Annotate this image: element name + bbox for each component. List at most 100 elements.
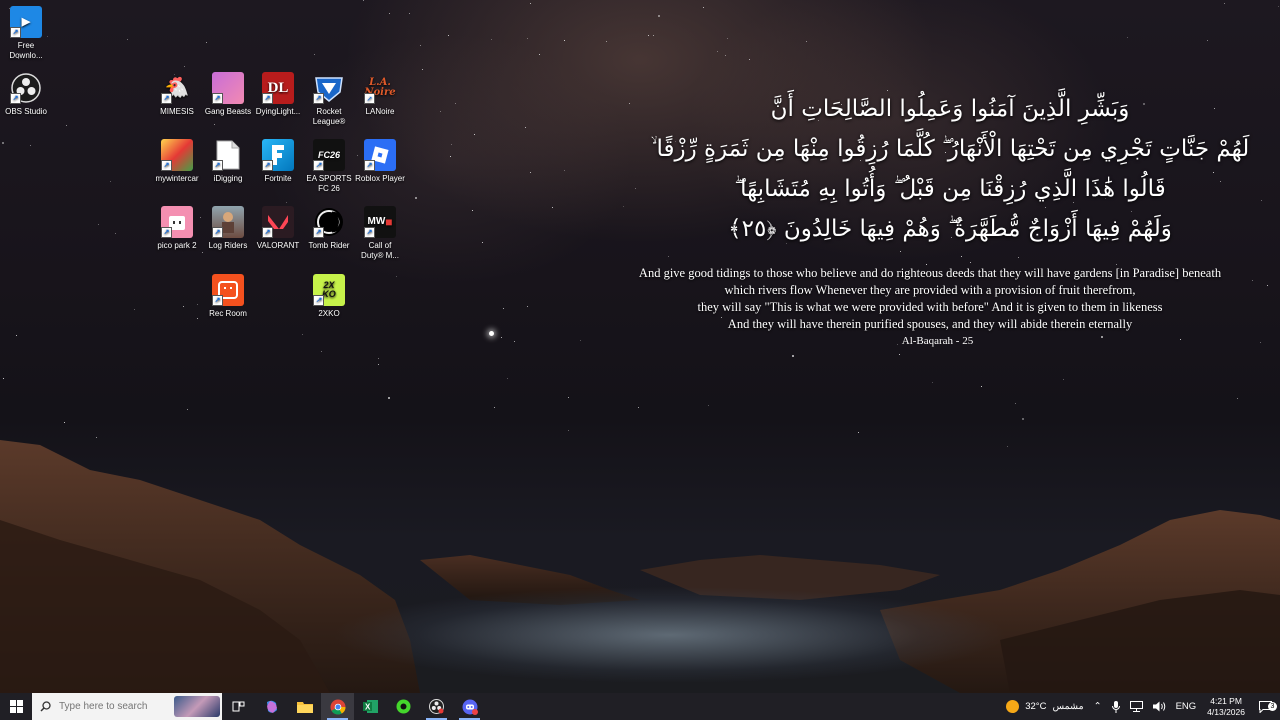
file-explorer-button[interactable] (288, 693, 321, 720)
desktop-icon-mimesis[interactable]: 🐔 ↗ MIMESIS (151, 72, 203, 117)
2xko-icon: 2X KO ↗ (313, 274, 345, 306)
weather-widget[interactable]: 32°C مشمس (1001, 700, 1088, 713)
desktop-icon-rec-room[interactable]: ↗ Rec Room (202, 274, 254, 319)
clock-time: 4:21 PM (1210, 695, 1242, 706)
notification-count-badge: 3 (1268, 701, 1277, 711)
idigging-icon: ↗ (212, 139, 244, 171)
desktop-icon-label: Fortnite (264, 174, 292, 183)
desktop-icon-gang-beasts[interactable]: ↗ Gang Beasts (202, 72, 254, 117)
language-indicator[interactable]: ENG (1171, 701, 1202, 712)
desktop-icon-call-of-duty[interactable]: MW ■ ↗ Call of Duty® M... (354, 206, 406, 261)
copilot-button[interactable] (255, 693, 288, 720)
volume-button[interactable] (1148, 701, 1171, 712)
tile-glyph: ▶ (21, 16, 31, 28)
desktop-icon-roblox[interactable]: ↗ Roblox Player (354, 139, 406, 184)
desktop-icon-fortnite[interactable]: ↗ Fortnite (252, 139, 304, 184)
call-of-duty-icon: MW ■ ↗ (364, 206, 396, 238)
desktop-icon-valorant[interactable]: ↗ VALORANT (252, 206, 304, 251)
valorant-icon: ↗ (262, 206, 294, 238)
shortcut-arrow-icon: ↗ (364, 93, 375, 104)
shortcut-arrow-icon: ↗ (212, 160, 223, 171)
arabic-verse-line-1: وَبَشِّرِ الَّذِينَ آمَنُوا وَعَمِلُوا ا… (770, 96, 1130, 122)
desktop-icon-label: Log Riders (208, 241, 248, 250)
chrome-button[interactable] (321, 693, 354, 720)
verse-reference: Al-Baqarah - 25 (901, 335, 974, 347)
obs-taskbar-button[interactable] (420, 693, 453, 720)
my-winter-car-icon: ↗ (161, 139, 193, 171)
shortcut-arrow-icon: ↗ (161, 160, 172, 171)
desktop-icon-2xko[interactable]: 2X KO ↗ 2XKO (303, 274, 355, 319)
search-highlight-image[interactable] (174, 696, 220, 717)
rec-room-icon: ↗ (212, 274, 244, 306)
clock[interactable]: 4:21 PM 4/13/2026 (1201, 696, 1251, 718)
desktop-icon-my-winter-car[interactable]: ↗ mywintercar (151, 139, 203, 184)
desktop-icon-la-noire[interactable]: L.A. Noire ↗ LANoire (354, 72, 406, 117)
tile-glyph: MW (367, 216, 386, 227)
desktop-icon-obs-studio[interactable]: ↗ OBS Studio (0, 72, 52, 117)
show-hidden-icons-button[interactable]: ⌃ (1089, 701, 1107, 712)
desktop-icon-label: VALORANT (256, 241, 300, 250)
english-translation: And give good tidings to those who belie… (600, 265, 1260, 333)
chrome-icon (330, 699, 346, 715)
desktop-icon-label: Free Downlo... (9, 41, 43, 60)
razer-button[interactable] (387, 693, 420, 720)
desktop-icon-label: Roblox Player (355, 174, 405, 183)
taskbar-search[interactable] (32, 693, 222, 720)
tile-glyph: FC26 (317, 150, 340, 160)
desktop-icon-label: iDigging (213, 174, 243, 183)
notification-center-button[interactable]: 3 (1251, 700, 1280, 713)
desktop-icon-label: EA SPORTS FC 26 (306, 174, 352, 193)
desktop-icon-label: Tomb Rider (308, 241, 350, 250)
desktop-icon-pico-park[interactable]: ↗ pico park 2 (151, 206, 203, 251)
shortcut-arrow-icon: ↗ (262, 227, 273, 238)
desktop-icon-rocket-league[interactable]: ↗ Rocket League® (303, 72, 355, 127)
shortcut-arrow-icon: ↗ (10, 27, 21, 38)
shortcut-arrow-icon: ↗ (212, 93, 223, 104)
desktop-icon-tomb-raider[interactable]: ↗ Tomb Rider (303, 206, 355, 251)
copilot-icon (266, 700, 277, 713)
clock-date: 4/13/2026 (1207, 706, 1245, 717)
task-view-button[interactable] (222, 693, 255, 720)
mimesis-icon: 🐔 ↗ (161, 72, 193, 104)
tile-glyph: DL (267, 80, 289, 96)
shortcut-arrow-icon: ↗ (262, 93, 273, 104)
desktop-icon-label: Rocket League® (312, 107, 346, 126)
obs-taskbar-icon (429, 699, 444, 714)
shortcut-arrow-icon: ↗ (212, 295, 223, 306)
microphone-button[interactable] (1107, 700, 1125, 713)
la-noire-icon: L.A. Noire ↗ (364, 72, 396, 104)
desktop-icon-idigging[interactable]: ↗ iDigging (202, 139, 254, 184)
desktop-icon-log-riders[interactable]: ↗ Log Riders (202, 206, 254, 251)
shortcut-arrow-icon: ↗ (364, 160, 375, 171)
weather-description: مشمس (1052, 701, 1084, 712)
excel-button[interactable]: X (354, 693, 387, 720)
dying-light-icon: DL ↗ (262, 72, 294, 104)
obs-studio-icon: ↗ (10, 72, 42, 104)
english-line-2: which rivers flow Whenever they are prov… (724, 283, 1136, 297)
weather-temperature: 32°C (1025, 701, 1047, 712)
shortcut-arrow-icon: ↗ (212, 227, 223, 238)
desktop-icon-label: mywintercar (155, 174, 199, 183)
shortcut-arrow-icon: ↗ (313, 227, 324, 238)
start-button[interactable] (0, 693, 32, 720)
english-line-3: they will say "This is what we were prov… (697, 300, 1163, 314)
tile-glyph: 2X KO (322, 280, 336, 299)
english-line-1: And give good tidings to those who belie… (638, 266, 1222, 280)
microphone-icon (1111, 700, 1120, 713)
desktop-icon-label: Rec Room (209, 309, 247, 318)
network-button[interactable] (1125, 701, 1148, 712)
network-icon (1129, 701, 1143, 712)
desktop-icon-label: DyingLight... (255, 107, 301, 116)
pico-park-icon: ↗ (161, 206, 193, 238)
search-input[interactable] (57, 700, 171, 713)
roblox-icon: ↗ (364, 139, 396, 171)
system-tray: 32°C مشمس ⌃ ENG 4:21 PM 4/13/2026 3 (1001, 693, 1280, 720)
desktop-icon-ea-sports-fc[interactable]: FC26 ↗ EA SPORTS FC 26 (303, 139, 355, 194)
desktop-icon-free-download-manager[interactable]: ▶ ↗ Free Downlo... (0, 6, 52, 61)
discord-icon (462, 699, 478, 715)
file-explorer-icon (296, 702, 313, 713)
arabic-verse-line-2: لَهُمْ جَنَّاتٍ تَجْرِي مِن تَحْتِهَا ال… (650, 136, 1250, 162)
sea-mist (260, 570, 1080, 693)
discord-button[interactable] (453, 693, 486, 720)
desktop-icon-dying-light[interactable]: DL ↗ DyingLight... (252, 72, 304, 117)
